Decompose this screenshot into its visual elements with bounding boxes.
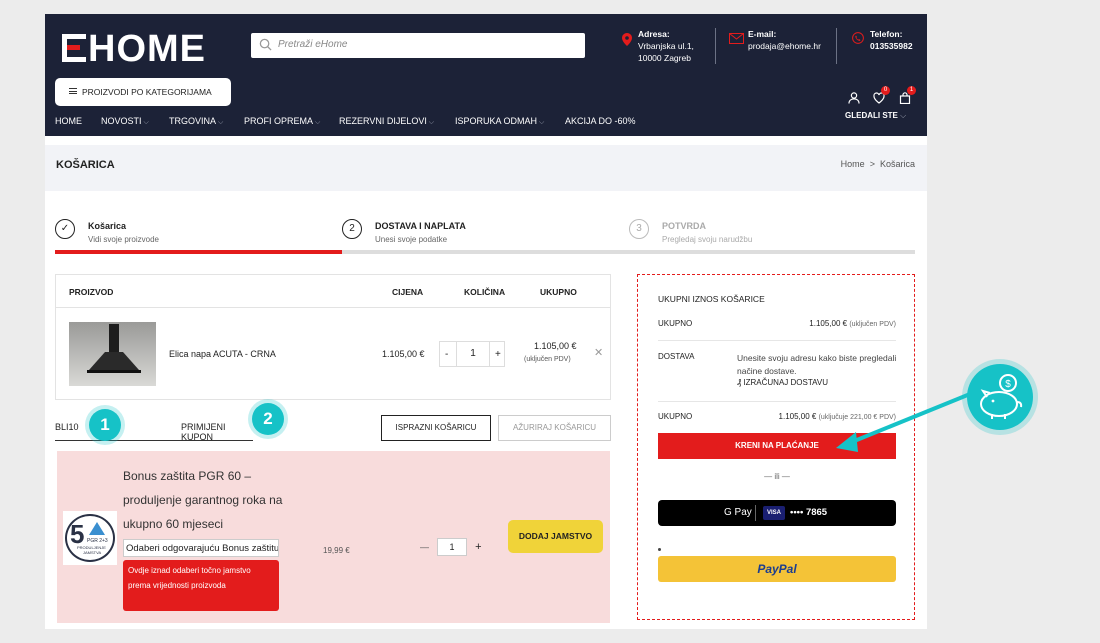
warranty-title: Bonus zaštita PGR 60 – produljenje garan… [123, 469, 283, 531]
search-input[interactable]: Pretraži eHome [278, 39, 347, 50]
site-header: HOME Pretraži eHome Adresa: Vrbanjska ul… [45, 14, 927, 136]
update-cart-button[interactable]: AŽURIRAJ KOŠARICU [498, 415, 611, 441]
quantity-input[interactable]: 1 [437, 538, 468, 556]
remove-item-icon[interactable]: ✕ [594, 346, 603, 359]
hamburger-icon [69, 88, 77, 94]
callout-marker-2: 2 [252, 403, 284, 435]
nav-novosti[interactable]: NOVOSTI [101, 116, 149, 127]
step-number: 3 [629, 219, 649, 239]
annotation-arrow [836, 392, 971, 452]
add-warranty-button[interactable]: DODAJ JAMSTVO [508, 520, 603, 553]
ehome-logo[interactable]: HOME [62, 28, 206, 71]
apply-coupon-button[interactable]: PRIMIJENI KUPON [181, 422, 253, 442]
address-info: Adresa: Vrbanjska ul.1, 10000 Zagreb [622, 28, 694, 64]
product-price: 1.105,00 € [382, 349, 425, 359]
increase-button[interactable]: + [475, 541, 481, 553]
pgr-warranty-logo: 5 PGR 2+3 PRODULJENJE JAMSTVA [63, 511, 117, 565]
product-image[interactable] [69, 322, 156, 386]
increase-button[interactable]: + [495, 349, 501, 360]
paypal-button[interactable]: PayPal [658, 556, 896, 582]
warranty-warning: Ovdje iznad odaberi točno jamstvo prema … [123, 560, 279, 611]
coupon-input[interactable]: BLI10 [55, 422, 79, 432]
svg-text:$: $ [1005, 379, 1011, 390]
quantity-input[interactable]: 1 [456, 342, 490, 366]
warranty-quantity-stepper[interactable]: — 1 + [420, 538, 482, 556]
wishlist-count-badge: 0 [881, 86, 890, 95]
decrease-button[interactable]: - [445, 349, 448, 360]
page-title-bar: KOŠARICA Home > Košarica [45, 145, 927, 191]
coupon-field[interactable]: BLI10 PRIMIJENI KUPON [55, 419, 253, 442]
divider [836, 28, 837, 64]
warranty-select[interactable]: Odaberi odgovarajuću Bonus zaštitu [123, 539, 279, 557]
breadcrumb: Home > Košarica [841, 159, 915, 169]
step-number: 2 [342, 219, 362, 239]
breadcrumb-current: Košarica [879, 159, 915, 169]
warranty-price: 19,99 € [323, 546, 350, 555]
nav-akcija[interactable]: AKCIJA DO -60% [565, 116, 636, 126]
browser-page: HOME Pretraži eHome Adresa: Vrbanjska ul… [45, 14, 927, 629]
or-divider: — ili — [764, 472, 790, 481]
chevron-right-icon: > [869, 159, 875, 169]
wishlist-button[interactable]: 0 [873, 86, 890, 109]
nav-trgovina[interactable]: TRGOVINA [169, 116, 223, 127]
product-name[interactable]: Elica napa ACUTA - CRNA [169, 349, 276, 359]
subtotal-row: UKUPNO 1.105,00 € (uključen PDV) [658, 319, 896, 328]
range-hood-image [87, 324, 141, 373]
phone-icon [852, 32, 864, 44]
nav-rezervni-dijelovi[interactable]: REZERVNI DIJELOVI [339, 116, 434, 127]
visa-card-icon: VISA [763, 506, 785, 520]
quantity-stepper[interactable]: - 1 + [439, 341, 505, 367]
user-icon [848, 92, 860, 104]
account-button[interactable] [848, 91, 860, 109]
checkout-progress-bar [55, 250, 915, 254]
email-info: E-mail: prodaja@ehome.hr [729, 28, 821, 52]
cart-table: PROIZVOD CIJENA KOLIČINA UKUPNO Elica na… [55, 274, 611, 400]
piggy-bank-icon: $ [967, 364, 1033, 430]
breadcrumb-home[interactable]: Home [841, 159, 865, 169]
vat-note: (uključen PDV) [524, 356, 571, 363]
shipping-row: DOSTAVA Unesite svoju adresu kako biste … [658, 352, 897, 387]
page-title: KOŠARICA [56, 159, 115, 171]
viewed-products-dropdown[interactable]: GLEDALI STE ⌵ [845, 111, 906, 121]
nav-isporuka-odmah[interactable]: ISPORUKA ODMAH [455, 116, 544, 127]
chevron-down-icon: ⌵ [900, 111, 907, 120]
table-header: PROIZVOD CIJENA KOLIČINA UKUPNO [56, 275, 610, 308]
nav-home[interactable]: HOME [55, 116, 82, 126]
line-total: 1.105,00 € [534, 341, 577, 351]
location-pin-icon [622, 33, 632, 46]
phone-info: Telefon: 013535982 [852, 28, 913, 52]
empty-cart-button[interactable]: ISPRAZNI KOŠARICU [381, 415, 491, 441]
search-icon [259, 38, 272, 51]
calculate-shipping-link[interactable]: ₰ IZRAČUNAJ DOSTAVU [737, 378, 828, 387]
totals-heading: UKUPNI IZNOS KOŠARICE [658, 294, 765, 304]
search-bar[interactable]: Pretraži eHome [251, 33, 585, 58]
calculator-icon: ₰ [737, 378, 742, 387]
google-pay-logo: G Pay [724, 507, 752, 518]
divider [715, 28, 716, 64]
decrease-button[interactable]: — [420, 542, 429, 552]
cart-count-badge: 1 [907, 86, 916, 95]
google-pay-button[interactable]: G Pay VISA •••• 7865 [658, 500, 896, 526]
card-digits: •••• 7865 [790, 507, 828, 518]
categories-button[interactable]: PROIZVODI PO KATEGORIJAMA [55, 78, 231, 106]
warranty-upsell: 5 PGR 2+3 PRODULJENJE JAMSTVA Bonus zašt… [57, 451, 610, 623]
nav-profi-oprema[interactable]: PROFI OPREMA [244, 116, 320, 127]
triangle-icon [89, 522, 105, 535]
mail-icon [729, 33, 744, 44]
check-icon: ✓ [55, 219, 75, 239]
callout-marker-1: 1 [89, 409, 121, 441]
cart-button[interactable]: 1 [899, 86, 916, 109]
